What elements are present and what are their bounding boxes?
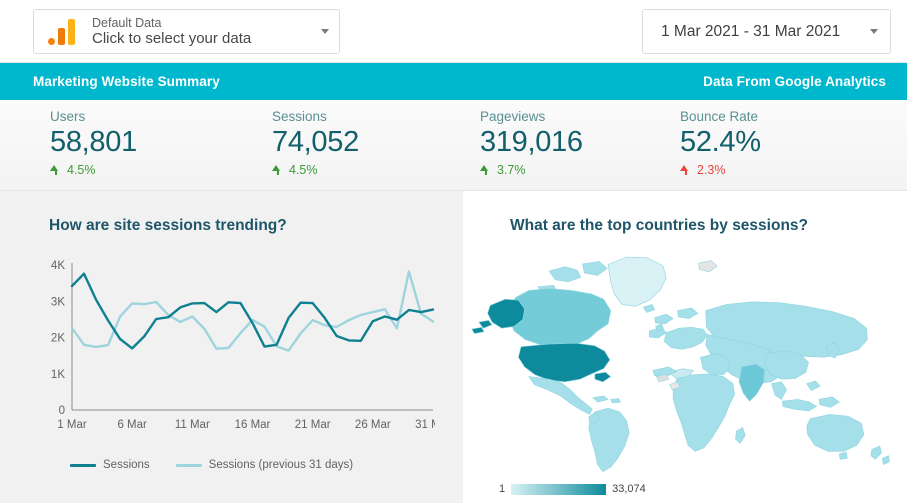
svg-text:1 Mar: 1 Mar: [57, 419, 87, 431]
data-source-subtitle: Click to select your data: [92, 30, 252, 48]
map-region[interactable]: [610, 398, 621, 404]
svg-text:1K: 1K: [51, 369, 65, 381]
scorecard-label: Users: [50, 109, 86, 124]
chart-title-sessions-trend: How are site sessions trending?: [49, 217, 287, 234]
line-chart-svg: 0 1K 2K 3K 4K 1 Mar 6 Mar 11 Mar 16 Mar 21 Mar 26 …: [51, 260, 435, 431]
scorecard-pageviews[interactable]: Pageviews 319,016 3.7%: [480, 109, 583, 177]
map-region[interactable]: [771, 381, 787, 400]
map-region[interactable]: [838, 451, 848, 460]
sessions-trend-panel: How are site sessions trending? 0 1K 2K 3K 4…: [0, 191, 463, 503]
scorecard-delta: 3.7%: [480, 163, 583, 177]
scorecard-delta-text: 4.5%: [67, 163, 96, 178]
legend-item-sessions-previous[interactable]: Sessions (previous 31 days): [175, 459, 354, 471]
chart-title-top-countries: What are the top countries by sessions?: [510, 217, 809, 234]
legend-label: Sessions: [103, 459, 150, 471]
legend-max-value: 33,074: [612, 483, 646, 495]
scorecard-delta: 4.5%: [50, 163, 137, 177]
scorecard-label: Pageviews: [480, 109, 546, 124]
map-region[interactable]: [594, 371, 612, 383]
scorecard-value: 52.4%: [680, 126, 761, 158]
svg-text:0: 0: [59, 405, 65, 417]
scorecard-label: Bounce Rate: [680, 109, 759, 124]
line-chart-legend: Sessions Sessions (previous 31 days): [70, 459, 353, 471]
map-region[interactable]: [672, 373, 735, 452]
svg-text:31 Mar: 31 Mar: [415, 419, 435, 431]
svg-text:4K: 4K: [51, 260, 65, 272]
map-region[interactable]: [818, 396, 840, 408]
svg-text:6 Mar: 6 Mar: [117, 419, 147, 431]
legend-item-sessions[interactable]: Sessions: [70, 459, 150, 471]
scorecard-delta-text: 3.7%: [497, 163, 526, 178]
legend-swatch: [70, 463, 96, 467]
geo-map-chart[interactable]: [463, 239, 907, 503]
map-region[interactable]: [664, 327, 708, 350]
data-source-selector[interactable]: Default Data Click to select your data: [33, 9, 340, 54]
scorecard-delta-text: 2.3%: [697, 163, 726, 178]
legend-swatch: [175, 463, 202, 467]
scorecard-value: 319,016: [480, 126, 583, 158]
scorecard-delta-text: 4.5%: [289, 163, 318, 178]
arrow-up-icon: [480, 165, 492, 176]
scorecard-bounce-rate[interactable]: Bounce Rate 52.4% 2.3%: [680, 109, 761, 177]
map-region[interactable]: [738, 363, 765, 402]
scorecard-sessions[interactable]: Sessions 74,052 4.5%: [272, 109, 359, 177]
map-region[interactable]: [698, 260, 718, 273]
google-analytics-icon: [48, 17, 78, 47]
map-region[interactable]: [735, 427, 746, 444]
chevron-down-icon[interactable]: [321, 29, 329, 34]
map-region[interactable]: [781, 399, 818, 412]
map-region[interactable]: [528, 376, 593, 415]
map-region[interactable]: [700, 353, 731, 376]
svg-text:3K: 3K: [51, 296, 65, 308]
scorecard-label: Sessions: [272, 109, 327, 124]
svg-text:16 Mar: 16 Mar: [235, 419, 271, 431]
legend-min-value: 1: [499, 483, 506, 495]
scorecard-value: 74,052: [272, 126, 359, 158]
scorecard-delta: 2.3%: [680, 163, 761, 177]
arrow-up-icon: [272, 165, 284, 176]
world-map-svg: [471, 256, 890, 472]
map-region[interactable]: [882, 455, 890, 465]
arrow-up-icon: [680, 165, 692, 176]
scorecard-value: 58,801: [50, 126, 137, 158]
map-region[interactable]: [806, 414, 865, 452]
map-region[interactable]: [806, 380, 821, 392]
scorecard-delta: 4.5%: [272, 163, 359, 177]
report-title: Marketing Website Summary: [33, 74, 220, 89]
data-source-caption: Data From Google Analytics: [703, 74, 886, 89]
map-region[interactable]: [548, 266, 582, 282]
legend-label: Sessions (previous 31 days): [208, 459, 354, 471]
map-color-legend: 1 33,074: [499, 483, 646, 495]
dashboard-page: Default Data Click to select your data 1…: [0, 0, 907, 503]
date-range-value: 1 Mar 2021 - 31 Mar 2021: [661, 22, 841, 40]
svg-text:21 Mar: 21 Mar: [295, 419, 331, 431]
data-source-title: Default Data: [92, 15, 162, 30]
svg-text:26 Mar: 26 Mar: [355, 419, 391, 431]
map-region[interactable]: [471, 327, 485, 334]
arrow-up-icon: [50, 165, 62, 176]
top-control-bar: Default Data Click to select your data 1…: [0, 0, 907, 63]
map-region[interactable]: [508, 288, 612, 348]
legend-gradient-bar: [511, 483, 607, 495]
svg-text:2K: 2K: [51, 333, 65, 345]
map-region[interactable]: [870, 445, 882, 460]
map-region[interactable]: [607, 256, 667, 307]
date-range-selector[interactable]: 1 Mar 2021 - 31 Mar 2021: [642, 9, 891, 54]
map-region[interactable]: [582, 261, 608, 276]
top-countries-panel: What are the top countries by sessions? …: [463, 191, 907, 503]
map-region[interactable]: [592, 395, 609, 403]
map-region[interactable]: [677, 307, 699, 319]
report-title-band: Marketing Website Summary Data From Goog…: [0, 63, 907, 100]
scorecard-row: Users 58,801 4.5% Sessions 74,052 4.5% P…: [0, 100, 907, 191]
sessions-line-chart[interactable]: 0 1K 2K 3K 4K 1 Mar 6 Mar 11 Mar 16 Mar 21 Mar 26 …: [35, 255, 435, 445]
scorecard-users[interactable]: Users 58,801 4.5%: [50, 109, 137, 177]
chevron-down-icon[interactable]: [870, 29, 878, 34]
map-region[interactable]: [654, 313, 674, 325]
map-region[interactable]: [478, 319, 493, 329]
map-region[interactable]: [642, 304, 656, 313]
svg-text:11 Mar: 11 Mar: [175, 419, 210, 431]
